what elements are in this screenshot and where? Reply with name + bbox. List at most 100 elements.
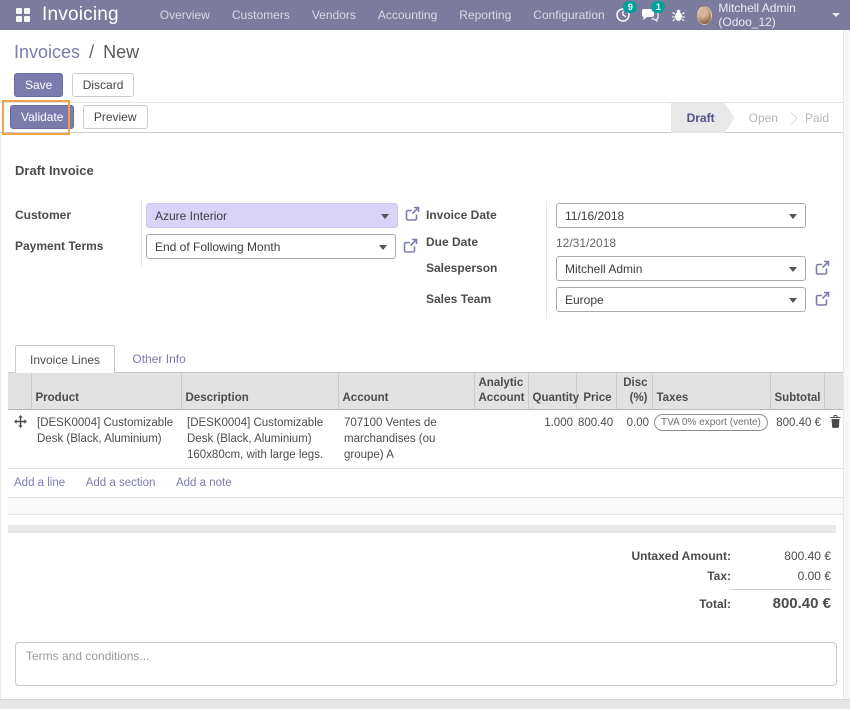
col-price: Price: [576, 373, 616, 409]
notebook-tabs: Invoice Lines Other Info: [8, 344, 843, 373]
select-caret-icon: [789, 267, 797, 272]
breadcrumb-current: New: [103, 42, 139, 62]
status-widget: Draft Open Paid: [671, 103, 843, 133]
debug-bug-icon[interactable]: [669, 5, 687, 25]
col-quantity: Quantity: [528, 373, 576, 409]
col-discount: Disc (%): [616, 373, 652, 409]
invoice-lines-table: Product Description Account Analytic Acc…: [8, 373, 844, 515]
analytic-account-cell[interactable]: [474, 409, 528, 468]
tax-value: 0.00 €: [731, 569, 831, 583]
taxes-cell: TVA 0% export (vente): [652, 409, 770, 468]
customer-value: Azure Interior: [155, 209, 227, 223]
table-header-row: Product Description Account Analytic Acc…: [8, 373, 844, 409]
untaxed-amount-label: Untaxed Amount:: [631, 549, 731, 563]
main-menu: Overview Customers Vendors Accounting Re…: [151, 0, 614, 30]
terms-and-conditions-input[interactable]: [15, 642, 837, 686]
stage-draft[interactable]: Draft: [671, 103, 735, 133]
select-caret-icon: [789, 214, 797, 219]
breadcrumb-invoices-link[interactable]: Invoices: [14, 42, 80, 62]
due-date-value: 12/31/2018: [556, 236, 616, 250]
vertical-scrollbar-track[interactable]: [843, 30, 850, 699]
col-account: Account: [338, 373, 474, 409]
empty-stripe-row: [8, 498, 844, 515]
form-sheet: Draft Invoice Customer Azure Interior Pa…: [0, 133, 843, 699]
discard-button[interactable]: Discard: [72, 73, 135, 97]
nav-item-reporting[interactable]: Reporting: [450, 0, 520, 30]
totals-block: Untaxed Amount: 800.40 € Tax: 0.00 € Tot…: [491, 549, 831, 618]
untaxed-amount-value: 800.40 €: [731, 549, 831, 563]
breadcrumb-separator: /: [85, 42, 98, 62]
select-caret-icon: [381, 214, 389, 219]
apps-menu-icon[interactable]: [16, 8, 30, 22]
add-a-note-link[interactable]: Add a note: [176, 477, 232, 489]
messages-badge: 1: [651, 1, 665, 13]
col-taxes: Taxes: [652, 373, 770, 409]
user-menu[interactable]: Mitchell Admin (Odoo_12): [697, 1, 840, 29]
payment-terms-select[interactable]: End of Following Month: [146, 234, 396, 259]
invoice-date-label: Invoice Date: [426, 208, 497, 222]
left-group-divider: [141, 201, 142, 266]
validate-button[interactable]: Validate: [10, 105, 74, 129]
payment-terms-external-link-icon[interactable]: [402, 237, 419, 254]
col-description: Description: [181, 373, 338, 409]
col-delete: [824, 373, 844, 409]
top-navbar: Invoicing Overview Customers Vendors Acc…: [0, 0, 850, 30]
activity-badge: 9: [623, 1, 637, 13]
nav-item-customers[interactable]: Customers: [223, 0, 299, 30]
user-name: Mitchell Admin (Odoo_12): [718, 1, 826, 29]
product-cell[interactable]: [DESK0004] Customizable Desk (Black, Alu…: [31, 409, 181, 468]
tab-other-info[interactable]: Other Info: [118, 345, 199, 373]
customer-select[interactable]: Azure Interior: [146, 203, 398, 228]
delete-line-icon[interactable]: [824, 409, 844, 468]
save-button[interactable]: Save: [14, 73, 63, 97]
col-handle: [8, 373, 31, 409]
stage-open[interactable]: Open: [735, 103, 792, 133]
avatar: [697, 6, 712, 25]
preview-button[interactable]: Preview: [83, 105, 148, 129]
total-label: Total:: [699, 597, 731, 611]
invoice-line-row: [DESK0004] Customizable Desk (Black, Alu…: [8, 409, 844, 468]
add-a-section-link[interactable]: Add a section: [86, 477, 156, 489]
salesperson-select[interactable]: Mitchell Admin: [556, 256, 806, 281]
salesperson-external-link-icon[interactable]: [814, 259, 831, 276]
due-date-label: Due Date: [426, 235, 478, 249]
table-footer-links-row: Add a line Add a section Add a note: [8, 469, 844, 498]
price-cell[interactable]: 800.40: [576, 409, 616, 468]
select-caret-icon: [379, 245, 387, 250]
section-separator: [8, 525, 836, 533]
messages-icon[interactable]: 1: [641, 5, 659, 25]
salesperson-value: Mitchell Admin: [565, 262, 642, 276]
invoice-date-value: 11/16/2018: [565, 209, 624, 223]
sales-team-external-link-icon[interactable]: [814, 290, 831, 307]
description-cell[interactable]: [DESK0004] Customizable Desk (Black, Alu…: [181, 409, 338, 468]
quantity-cell[interactable]: 1.000: [528, 409, 576, 468]
nav-item-vendors[interactable]: Vendors: [303, 0, 365, 30]
app-name[interactable]: Invoicing: [42, 4, 119, 26]
discount-cell[interactable]: 0.00: [616, 409, 652, 468]
col-subtotal: Subtotal: [770, 373, 824, 409]
account-cell[interactable]: 707100 Ventes de marchandises (ou groupe…: [338, 409, 474, 468]
add-a-line-link[interactable]: Add a line: [14, 477, 65, 489]
nav-item-overview[interactable]: Overview: [151, 0, 219, 30]
right-group-divider: [546, 201, 547, 319]
total-value: 800.40 €: [731, 589, 831, 612]
tab-invoice-lines[interactable]: Invoice Lines: [15, 345, 115, 375]
customer-label: Customer: [15, 208, 71, 222]
customer-external-link-icon[interactable]: [404, 205, 421, 222]
stage-paid[interactable]: Paid: [791, 103, 843, 133]
payment-terms-label: Payment Terms: [15, 239, 103, 253]
bottom-status-bar: [0, 699, 850, 709]
nav-item-accounting[interactable]: Accounting: [369, 0, 446, 30]
tax-tag[interactable]: TVA 0% export (vente): [654, 414, 768, 431]
sales-team-select[interactable]: Europe: [556, 287, 806, 312]
nav-item-configuration[interactable]: Configuration: [524, 0, 613, 30]
col-analytic-account: Analytic Account: [474, 373, 528, 409]
activity-clock-icon[interactable]: 9: [614, 5, 632, 25]
drag-handle-icon[interactable]: [8, 409, 31, 468]
invoice-date-field[interactable]: 11/16/2018: [556, 203, 806, 228]
tax-label: Tax:: [707, 569, 731, 583]
sheet-title: Draft Invoice: [15, 163, 94, 178]
col-product: Product: [31, 373, 181, 409]
select-caret-icon: [789, 298, 797, 303]
statusbar-row: Validate Preview Draft Open Paid: [0, 102, 843, 133]
